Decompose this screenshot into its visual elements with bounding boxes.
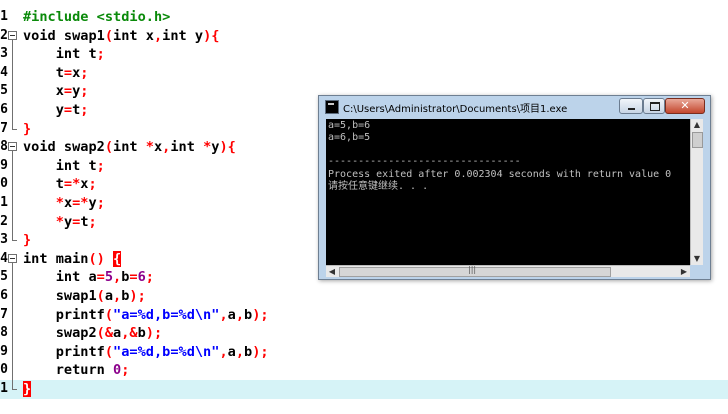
console-app-icon (325, 100, 339, 114)
code-text: int t; (23, 46, 105, 63)
code-text: void swap1(int x,int y){ (23, 27, 220, 44)
code-text: } (23, 232, 32, 249)
fold-collapse-icon[interactable] (8, 30, 17, 40)
line-number: 11 (0, 195, 8, 210)
line-number: 9 (0, 157, 8, 173)
line-number: 18 (0, 325, 8, 341)
code-line[interactable]: 21} (0, 380, 728, 399)
code-text: x=y; (23, 83, 89, 100)
code-text: printf("a=%d,b=%d\n",a,b); (23, 306, 269, 323)
minimize-button[interactable] (619, 98, 643, 114)
horizontal-scroll-thumb[interactable]: ||| (339, 265, 611, 277)
code-text: } (23, 120, 32, 137)
code-line[interactable]: 20 return 0; (0, 361, 728, 380)
scroll-up-icon[interactable]: ▲ (691, 119, 703, 131)
maximize-button[interactable] (643, 98, 665, 114)
code-text: y=t; (23, 102, 89, 118)
console-line: a=6,b=5 (328, 132, 371, 143)
fold-collapse-icon[interactable] (8, 142, 17, 152)
line-number: 15 (0, 269, 8, 285)
fold-guide (12, 39, 13, 129)
code-line[interactable]: 18 swap2(&a,&b); (0, 324, 728, 343)
code-text: *y=t; (55, 213, 97, 230)
console-title-bar[interactable]: C:\Users\Administrator\Documents\项目1.exe… (319, 96, 710, 118)
fold-guide (12, 262, 13, 389)
line-number: 5 (0, 83, 8, 99)
console-window[interactable]: C:\Users\Administrator\Documents\项目1.exe… (318, 95, 711, 280)
code-text: return 0; (23, 362, 130, 379)
line-number: 16 (0, 288, 8, 303)
code-text: printf("a=%d,b=%d\n",a,b); (23, 343, 269, 360)
code-line[interactable]: 4 t=x; (0, 64, 728, 83)
vertical-scrollbar[interactable]: ▲ ▼ (690, 119, 703, 265)
code-text: } (23, 381, 32, 397)
line-number: 12 (0, 213, 8, 229)
line-number: 8 (0, 139, 8, 155)
line-number: 17 (0, 306, 8, 322)
line-number: 20 (0, 362, 8, 378)
close-icon: ✕ (680, 99, 690, 112)
fold-collapse-icon[interactable] (8, 253, 17, 263)
code-text: int a=5,b=6; (23, 269, 154, 286)
code-text: t=*x; (23, 176, 97, 193)
code-line[interactable]: 1 #include <stdio.h> (0, 8, 728, 27)
fold-guide (12, 151, 13, 241)
fold-end-marker (12, 240, 17, 242)
console-output[interactable]: a=5,b=6 a=6,b=5 ------------------------… (326, 119, 690, 265)
code-text: void swap2(int *x,int *y){ (23, 139, 236, 156)
vertical-scroll-thumb[interactable] (692, 132, 703, 148)
code-text: int t; (23, 157, 105, 174)
code-line[interactable]: 17 printf("a=%d,b=%d\n",a,b); (0, 306, 728, 325)
line-number: 10 (0, 176, 8, 192)
line-number: 2 (0, 27, 8, 43)
console-line: Process exited after 0.002304 seconds wi… (328, 169, 672, 180)
fold-end-marker (12, 128, 17, 130)
line-number: 1 (0, 9, 8, 24)
horizontal-scrollbar[interactable]: ◀ ||| ▶ (326, 265, 690, 277)
scroll-right-icon[interactable]: ▶ (678, 266, 690, 277)
code-text: int main() { (23, 250, 122, 267)
line-number: 4 (0, 64, 8, 80)
code-text: *x=*y; (55, 195, 105, 211)
line-number: 7 (0, 120, 8, 136)
line-number: 3 (0, 46, 8, 62)
code-text: #include <stdio.h> (23, 9, 171, 25)
console-line: a=5,b=6 (328, 120, 371, 131)
console-line: 请按任意键继续. . . (328, 181, 429, 192)
line-number: 19 (0, 343, 8, 359)
code-text: swap2(&a,&b); (23, 325, 163, 342)
code-line[interactable]: 2 void swap1(int x,int y){ (0, 27, 728, 46)
code-text: swap1(a,b); (23, 288, 146, 304)
line-number: 13 (0, 232, 8, 248)
code-line[interactable]: 3 int t; (0, 45, 728, 64)
code-line[interactable]: 19 printf("a=%d,b=%d\n",a,b); (0, 343, 728, 362)
code-text: t=x; (23, 64, 89, 81)
line-number: 14 (0, 250, 8, 266)
fold-end-marker (12, 389, 17, 390)
scroll-left-icon[interactable]: ◀ (326, 266, 338, 277)
console-separator: -------------------------------- (328, 156, 521, 167)
console-window-title: C:\Users\Administrator\Documents\项目1.exe (343, 104, 568, 115)
line-number: 6 (0, 102, 8, 117)
code-line[interactable]: 16 swap1(a,b); (0, 287, 728, 306)
close-button[interactable]: ✕ (665, 98, 705, 114)
scroll-down-icon[interactable]: ▼ (691, 253, 703, 265)
line-number: 21 (0, 381, 8, 396)
